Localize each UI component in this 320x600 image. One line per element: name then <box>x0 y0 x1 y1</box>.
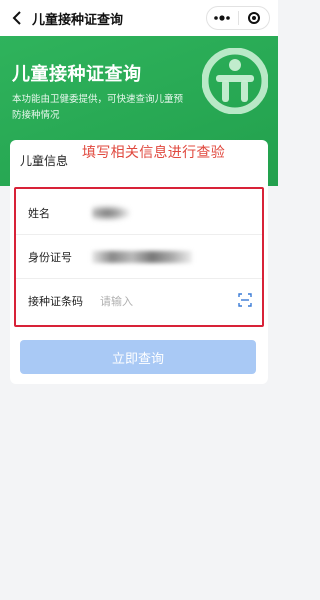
child-info-card: 儿童信息 填写相关信息进行查验 姓名 身份证号 接种证条码 立即查询 <box>10 140 268 384</box>
health-logo-icon <box>202 48 268 114</box>
id-number-label: 身份证号 <box>28 250 72 264</box>
id-number-value-blurred[interactable] <box>92 250 192 263</box>
form-highlight-box: 姓名 身份证号 接种证条码 <box>14 187 264 327</box>
name-row: 姓名 <box>16 191 262 235</box>
card-title: 儿童信息 <box>20 154 69 168</box>
name-label: 姓名 <box>28 206 50 220</box>
chevron-left-icon[interactable] <box>4 0 30 36</box>
submit-button[interactable]: 立即查询 <box>20 340 256 374</box>
target-icon <box>247 12 260 24</box>
annotation-text: 填写相关信息进行查验 <box>82 145 225 161</box>
mini-program-capsule <box>206 6 270 30</box>
hero-title: 儿童接种证查询 <box>12 64 142 85</box>
barcode-row: 接种证条码 <box>16 279 262 323</box>
more-dots-icon[interactable] <box>207 7 238 29</box>
nav-bar: 儿童接种证查询 <box>0 0 278 36</box>
barcode-input[interactable] <box>100 294 220 308</box>
hero-description: 本功能由卫健委提供，可快速查询儿童预防接种情况 <box>12 94 184 121</box>
name-value-blurred[interactable] <box>92 204 130 221</box>
barcode-label: 接种证条码 <box>28 295 83 308</box>
scan-icon[interactable] <box>238 293 252 307</box>
id-number-row: 身份证号 <box>16 235 262 279</box>
close-button[interactable] <box>239 7 270 29</box>
nav-title: 儿童接种证查询 <box>32 12 124 28</box>
